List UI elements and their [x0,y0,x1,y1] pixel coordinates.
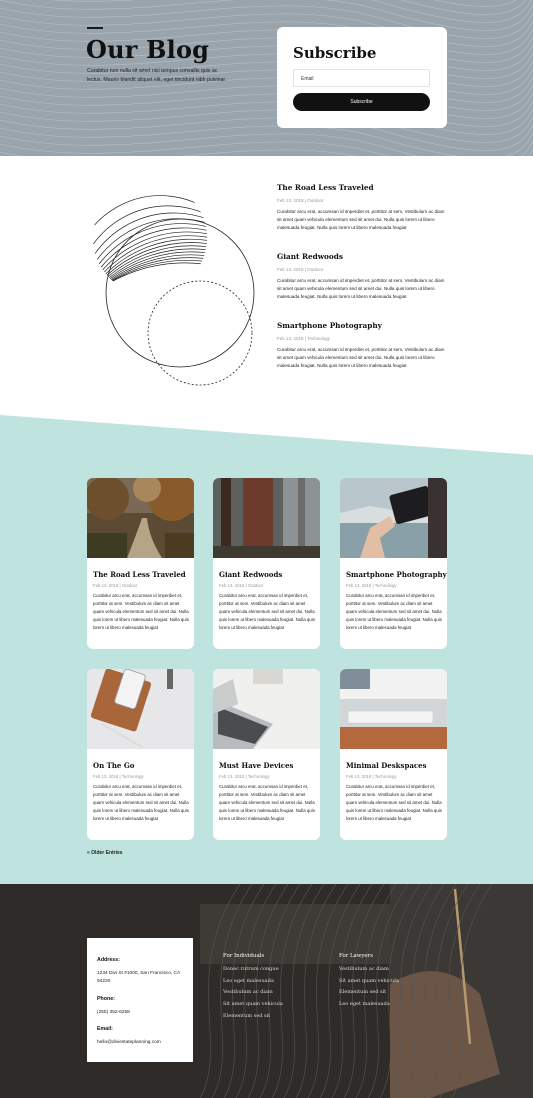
blog-card[interactable]: On The Go Feb 13, 2018 | Technology Cura… [87,669,194,840]
blog-card[interactable]: Smartphone Photography Feb 13, 2018 | Te… [340,478,447,649]
card-image-smartphone-photo[interactable] [340,478,447,558]
footer-link[interactable]: Vestibulum ac diam [339,964,399,976]
card-excerpt: Curabitur arcu erat, accumsan id imperdi… [346,784,442,822]
card-excerpt: Curabitur arcu erat, accumsan id imperdi… [93,784,189,822]
address-value: 1234 Divi St #1000, San Francisco, CA 94… [97,971,180,984]
footer-section: Address: 1234 Divi St #1000, San Francis… [0,884,533,1098]
card-meta: Feb 13, 2018 | Technology [346,774,397,779]
blog-card[interactable]: The Road Less Traveled Feb 13, 2018 | Ou… [87,478,194,649]
card-meta: Feb 13, 2018 | Technology [93,774,144,779]
blog-card[interactable]: Minimal Deskspaces Feb 13, 2018 | Techno… [340,669,447,840]
phone-value[interactable]: (255) 352-6258 [97,1009,187,1017]
email-label: Email: [97,1026,113,1032]
card-title[interactable]: Smartphone Photography [346,570,447,579]
footer-link[interactable]: Elementum sed sit [339,987,399,999]
blog-card[interactable]: Giant Redwoods Feb 13, 2018 | Outdoor Cu… [213,478,320,649]
card-image-on-the-go[interactable] [87,669,194,749]
card-title[interactable]: Minimal Deskspaces [346,761,427,770]
footer-col-individuals: For Individuals Donec rutrum congue Leo … [223,953,283,1023]
footer-link[interactable]: Sit amet quam vehicula [339,976,399,988]
phone-label: Phone: [97,996,115,1002]
card-title[interactable]: The Road Less Traveled [93,570,186,579]
card-image-laptop[interactable] [213,669,320,749]
footer-link[interactable]: Leo eget malesuada [223,976,283,988]
card-title[interactable]: Giant Redwoods [219,570,282,579]
email-value[interactable]: hello@diviestateplanning.com [97,1039,187,1047]
card-meta: Feb 13, 2018 | Technology [219,774,270,779]
footer-col-title: For Lawyers [339,953,373,959]
card-excerpt: Curabitur arcu erat, accumsan id imperdi… [219,593,315,631]
older-entries-link[interactable]: « Older Entries [87,850,123,856]
card-meta: Feb 13, 2018 | Outdoor [93,583,138,588]
card-title[interactable]: Must Have Devices [219,761,293,770]
footer-link[interactable]: Elementum sed sit [223,1011,283,1023]
contact-card: Address: 1234 Divi St #1000, San Francis… [87,938,193,1062]
card-excerpt: Curabitur arcu erat, accumsan id imperdi… [346,593,442,631]
card-image-desk[interactable] [340,669,447,749]
card-meta: Feb 13, 2018 | Technology [346,583,397,588]
card-title[interactable]: On The Go [93,761,134,770]
footer-col-lawyers: For Lawyers Vestibulum ac diam Sit amet … [339,953,399,1011]
footer-link[interactable]: Leo eget malesuada [339,999,399,1011]
blog-card[interactable]: Must Have Devices Feb 13, 2018 | Technol… [213,669,320,840]
card-image-redwoods[interactable] [213,478,320,558]
card-image-forest-road[interactable] [87,478,194,558]
footer-link[interactable]: Sit amet quam vehicula [223,999,283,1011]
card-excerpt: Curabitur arcu erat, accumsan id imperdi… [219,784,315,822]
footer-link[interactable]: Vestibulum ac diam [223,987,283,999]
card-excerpt: Curabitur arcu erat, accumsan id imperdi… [93,593,189,631]
footer-link[interactable]: Donec rutrum congue [223,964,283,976]
card-meta: Feb 13, 2018 | Outdoor [219,583,264,588]
address-label: Address: [97,957,120,963]
footer-col-title: For Individuals [223,953,265,959]
